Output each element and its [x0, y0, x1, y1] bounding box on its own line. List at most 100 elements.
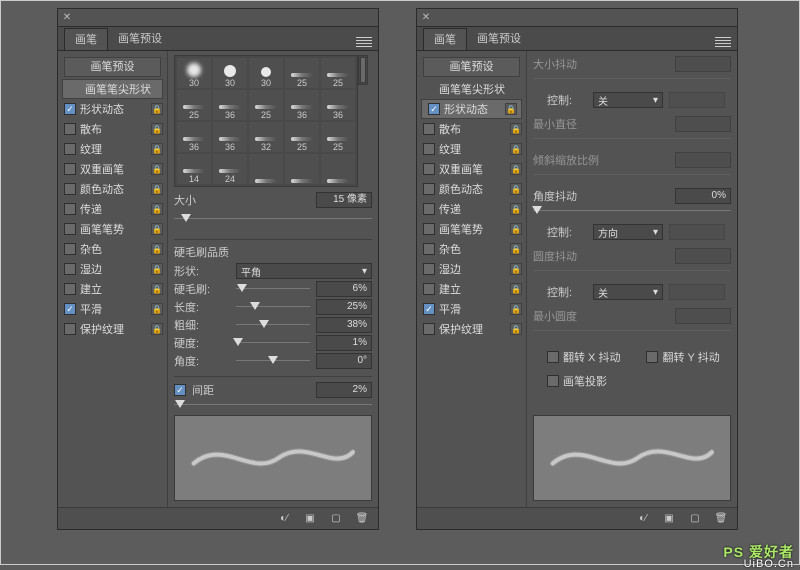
checkbox[interactable] [64, 283, 76, 295]
option-5[interactable]: 传递🔒 [58, 199, 167, 219]
brush-tip[interactable]: 36 [321, 90, 355, 120]
lock-icon[interactable]: 🔒 [151, 123, 163, 135]
checkbox[interactable] [423, 143, 435, 155]
option-0[interactable]: ✓形状动态🔒 [421, 99, 522, 119]
checkbox[interactable] [64, 243, 76, 255]
lock-icon[interactable]: 🔒 [151, 223, 163, 235]
option-7[interactable]: 杂色🔒 [417, 239, 526, 259]
brush-presets-button[interactable]: 画笔预设 [423, 57, 520, 77]
option-0[interactable]: ✓形状动态🔒 [58, 99, 167, 119]
brush-tip[interactable]: 25 [285, 122, 319, 152]
option-2[interactable]: 纹理🔒 [58, 139, 167, 159]
control-select[interactable]: 关▾ [593, 92, 663, 108]
option-3[interactable]: 双重画笔🔒 [58, 159, 167, 179]
create-brush-icon[interactable]: ▢ [687, 512, 703, 526]
lock-icon[interactable]: 🔒 [510, 243, 522, 255]
tab-brush-presets[interactable]: 画笔预设 [108, 28, 172, 50]
brush-tip[interactable]: 36 [177, 122, 211, 152]
checkbox[interactable] [423, 323, 435, 335]
toggle-preview-icon[interactable]: ◐⁄ [635, 512, 651, 526]
brush-presets-button[interactable]: 画笔预设 [64, 57, 161, 77]
checkbox[interactable] [64, 203, 76, 215]
lock-icon[interactable]: 🔒 [510, 223, 522, 235]
brush-tip[interactable]: 36 [285, 90, 319, 120]
lock-icon[interactable]: 🔒 [151, 283, 163, 295]
option-1[interactable]: 散布🔒 [58, 119, 167, 139]
checkbox[interactable] [423, 163, 435, 175]
brush-tip[interactable]: 36 [213, 122, 247, 152]
close-icon[interactable]: ✕ [417, 12, 435, 23]
lock-icon[interactable]: 🔒 [151, 103, 163, 115]
size-value[interactable]: 15 像素 [316, 192, 372, 208]
lock-icon[interactable]: 🔒 [510, 263, 522, 275]
trash-icon[interactable]: 🗑 [713, 512, 729, 526]
brush-tip[interactable] [285, 154, 319, 184]
brush-tip-grid[interactable]: 3030302525253625363636363225251424 [174, 55, 358, 187]
value-input[interactable]: 25% [316, 299, 372, 315]
value-input[interactable]: 38% [316, 317, 372, 333]
checkbox[interactable] [423, 243, 435, 255]
checkbox[interactable] [423, 183, 435, 195]
spacing-checkbox[interactable]: ✓ [174, 384, 186, 396]
lock-icon[interactable]: 🔒 [151, 183, 163, 195]
brush-tip[interactable]: 30 [177, 58, 211, 88]
checkbox[interactable] [423, 223, 435, 235]
checkbox[interactable] [423, 203, 435, 215]
brush-tip[interactable]: 25 [285, 58, 319, 88]
brush-tip[interactable]: 25 [177, 90, 211, 120]
panel-menu-icon[interactable] [356, 34, 372, 50]
control-select[interactable]: 方向▾ [593, 224, 663, 240]
slider[interactable] [236, 337, 310, 349]
lock-icon[interactable]: 🔒 [505, 103, 517, 115]
size-slider[interactable] [174, 213, 372, 233]
option-5[interactable]: 传递🔒 [417, 199, 526, 219]
brush-projection[interactable]: 画笔投影 [547, 373, 731, 389]
lock-icon[interactable]: 🔒 [510, 143, 522, 155]
trash-icon[interactable]: 🗑 [354, 512, 370, 526]
brush-tip[interactable]: 14 [177, 154, 211, 184]
checkbox[interactable] [423, 283, 435, 295]
slider[interactable] [236, 319, 310, 331]
option-6[interactable]: 画笔笔势🔒 [58, 219, 167, 239]
create-brush-icon[interactable]: ▢ [328, 512, 344, 526]
option-6[interactable]: 画笔笔势🔒 [417, 219, 526, 239]
toggle-preview-icon[interactable]: ◐⁄ [276, 512, 292, 526]
checkbox[interactable] [423, 123, 435, 135]
brush-tip[interactable] [321, 154, 355, 184]
grid-scrollbar[interactable] [358, 55, 368, 85]
lock-icon[interactable]: 🔒 [510, 323, 522, 335]
lock-icon[interactable]: 🔒 [151, 303, 163, 315]
checkbox[interactable]: ✓ [423, 303, 435, 315]
new-preset-icon[interactable]: ▣ [661, 512, 677, 526]
panel-menu-icon[interactable] [715, 34, 731, 50]
slider[interactable] [236, 283, 310, 295]
lock-icon[interactable]: 🔒 [510, 183, 522, 195]
slider[interactable] [236, 355, 310, 367]
slider[interactable] [533, 205, 731, 217]
checkbox[interactable] [64, 123, 76, 135]
value-input[interactable]: 0% [675, 188, 731, 204]
flip-x-jitter[interactable]: 翻转 X 抖动 [547, 349, 620, 365]
lock-icon[interactable]: 🔒 [510, 303, 522, 315]
lock-icon[interactable]: 🔒 [510, 203, 522, 215]
brush-tip[interactable]: 32 [249, 122, 283, 152]
value-input[interactable]: 6% [316, 281, 372, 297]
brush-tip-shape[interactable]: 画笔笔尖形状 [62, 79, 163, 99]
lock-icon[interactable]: 🔒 [151, 323, 163, 335]
option-11[interactable]: 保护纹理🔒 [58, 319, 167, 339]
option-4[interactable]: 颜色动态🔒 [58, 179, 167, 199]
option-3[interactable]: 双重画笔🔒 [417, 159, 526, 179]
tab-brush-presets[interactable]: 画笔预设 [467, 28, 531, 50]
control-select[interactable]: 关▾ [593, 284, 663, 300]
checkbox[interactable]: ✓ [64, 303, 76, 315]
lock-icon[interactable]: 🔒 [151, 263, 163, 275]
slider[interactable] [236, 301, 310, 313]
option-1[interactable]: 散布🔒 [417, 119, 526, 139]
option-8[interactable]: 湿边🔒 [58, 259, 167, 279]
shape-select[interactable]: 平角▾ [236, 263, 372, 279]
lock-icon[interactable]: 🔒 [510, 123, 522, 135]
option-9[interactable]: 建立🔒 [417, 279, 526, 299]
checkbox[interactable] [423, 263, 435, 275]
checkbox[interactable] [64, 183, 76, 195]
checkbox[interactable] [64, 223, 76, 235]
